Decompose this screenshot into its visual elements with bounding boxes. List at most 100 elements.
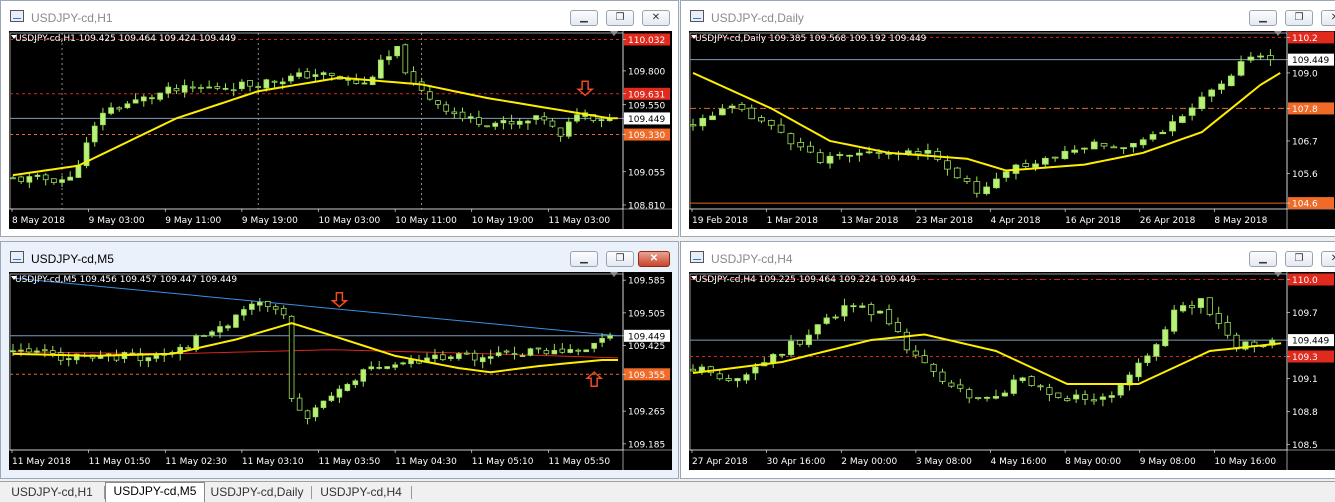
candle-body xyxy=(1153,344,1160,357)
window-usdjpy-m5[interactable]: USDJPY-cd,M5 ▁ ❐ ✕ 109.585 109.505 109.449… xyxy=(0,241,679,479)
close-button[interactable]: ✕ xyxy=(638,251,670,267)
candle-body xyxy=(836,154,844,156)
window-usdjpy-h4[interactable]: USDJPY-cd,H4 ▁ ❐ ✕ 110.0 109.7 109.449 109.… xyxy=(680,241,1335,479)
time-axis-label: 9 May 19:00 xyxy=(242,216,298,226)
candle-body xyxy=(418,81,425,91)
chart-symbol-info: USDJPY-cd,H4 109.225 109.464 109.224 109… xyxy=(695,275,917,285)
price-chart[interactable]: 110.032 109.800 109.631 109.550 109.449 109.3… xyxy=(9,31,672,229)
candle-body xyxy=(408,359,414,365)
maximize-button[interactable]: ❐ xyxy=(606,251,634,267)
minimize-button[interactable]: ▁ xyxy=(1249,251,1277,267)
indicator-line xyxy=(12,277,619,337)
candle-body xyxy=(206,86,213,89)
candle-body xyxy=(1171,309,1178,332)
candle-body xyxy=(535,347,542,350)
minimize-button[interactable]: ▁ xyxy=(570,10,598,26)
candle-body xyxy=(410,71,417,84)
price-axis-label: 105.6 xyxy=(1292,170,1318,180)
price-chart[interactable]: 109.585 109.505 109.449 109.425 109.355 109.2… xyxy=(9,272,672,470)
candle-body xyxy=(376,366,382,369)
window-title: USDJPY-cd,M5 xyxy=(31,252,114,266)
candle-body xyxy=(217,326,223,333)
candle-body xyxy=(957,384,964,389)
close-button[interactable]: ✕ xyxy=(642,10,670,26)
maximize-button[interactable]: ❐ xyxy=(606,10,634,26)
tab-usdjpy-h4[interactable]: USDJPY-cd,H4 xyxy=(312,484,410,501)
candle-body xyxy=(983,186,990,195)
price-chart[interactable]: 110.0 109.7 109.449 109.3 109.1 108.8 108.5 27 … xyxy=(689,272,1335,470)
candle-body xyxy=(479,357,486,363)
window-usdjpy-daily[interactable]: USDJPY-cd,Daily ▁ ❐ ✕ 110.2 109.449 109.0 1… xyxy=(680,0,1335,237)
price-axis-label: 110.032 xyxy=(628,36,665,46)
candle-body xyxy=(1081,394,1089,400)
candle-body xyxy=(201,335,207,338)
candle-body xyxy=(222,87,229,90)
price-chart[interactable]: 110.2 109.449 109.0 107.8 106.7 105.6 104.6 19 … xyxy=(689,31,1335,229)
titlebar[interactable]: USDJPY-cd,M5 ▁ ❐ ✕ xyxy=(1,242,678,268)
candle-body xyxy=(153,354,160,359)
candle-body xyxy=(583,349,589,353)
candle-body xyxy=(149,97,155,100)
titlebar[interactable]: USDJPY-cd,H1 ▁ ❐ ✕ xyxy=(1,1,678,27)
titlebar[interactable]: USDJPY-cd,Daily ▁ ❐ ✕ xyxy=(681,1,1335,27)
candle-body xyxy=(181,85,188,93)
candle-body xyxy=(973,181,981,194)
candle-body xyxy=(214,86,221,89)
candle-body xyxy=(361,82,368,85)
candle-body xyxy=(1001,392,1008,397)
candle-body xyxy=(500,120,507,124)
candle-body xyxy=(939,371,946,382)
time-axis-label: 10 May 11:00 xyxy=(395,216,457,226)
candle-body xyxy=(75,165,82,178)
time-axis-label: 11 May 03:10 xyxy=(242,457,304,467)
candle-body xyxy=(796,340,803,345)
candle-body xyxy=(1081,147,1088,150)
candle-body xyxy=(1100,142,1108,147)
titlebar[interactable]: USDJPY-cd,H4 ▁ ❐ ✕ xyxy=(681,242,1335,268)
candle-body xyxy=(709,115,716,121)
candle-body xyxy=(748,107,756,120)
candle-body xyxy=(559,348,566,353)
candle-body xyxy=(1090,141,1098,150)
candle-body xyxy=(966,389,973,399)
candle-body xyxy=(386,56,392,61)
price-axis-label: 109.185 xyxy=(628,440,665,450)
maximize-button[interactable]: ❐ xyxy=(1285,10,1313,26)
price-axis-label: 109.550 xyxy=(628,101,665,111)
time-axis-label: 27 Apr 2018 xyxy=(692,457,748,467)
maximize-button[interactable]: ❐ xyxy=(1285,251,1313,267)
chart-symbol-info: USDJPY-cd,M5 109.456 109.457 109.447 109… xyxy=(15,275,238,285)
close-button[interactable]: ✕ xyxy=(1321,10,1335,26)
candle-body xyxy=(471,352,478,361)
candle-body xyxy=(993,178,1000,189)
candle-body xyxy=(699,117,707,127)
candle-body xyxy=(903,331,910,351)
candle-body xyxy=(525,120,531,124)
candle-body xyxy=(402,44,409,74)
candle-body xyxy=(124,103,131,109)
candle-body xyxy=(1188,305,1196,309)
candle-body xyxy=(443,104,450,112)
time-axis-label: 19 Feb 2018 xyxy=(692,216,748,226)
candle-body xyxy=(1019,377,1026,382)
minimize-button[interactable]: ▁ xyxy=(1249,10,1277,26)
chart-window-icon xyxy=(10,251,24,263)
close-button[interactable]: ✕ xyxy=(1321,251,1335,267)
tab-usdjpy-h1[interactable]: USDJPY-cd,H1 xyxy=(2,484,102,501)
candle-body xyxy=(18,176,25,183)
window-usdjpy-h1[interactable]: USDJPY-cd,H1 ▁ ❐ ✕ 110.032 109.800 109.631… xyxy=(0,0,679,237)
price-axis-label: 104.6 xyxy=(1292,200,1318,210)
candle-body xyxy=(467,116,474,119)
tab-usdjpy-m5[interactable]: USDJPY-cd,M5 xyxy=(105,482,205,502)
time-axis-label: 11 May 02:30 xyxy=(165,457,227,467)
window-title: USDJPY-cd,H4 xyxy=(711,252,793,266)
chart-shift-marker xyxy=(610,272,618,277)
candle-body xyxy=(59,179,65,183)
minimize-button[interactable]: ▁ xyxy=(570,251,598,267)
candle-body xyxy=(1169,121,1176,132)
candle-body xyxy=(487,356,494,359)
price-axis-label: 109.055 xyxy=(628,168,665,178)
candle-body xyxy=(575,349,582,352)
price-axis-label: 109.7 xyxy=(1292,309,1318,319)
tab-usdjpy-daily[interactable]: USDJPY-cd,Daily xyxy=(204,484,310,501)
